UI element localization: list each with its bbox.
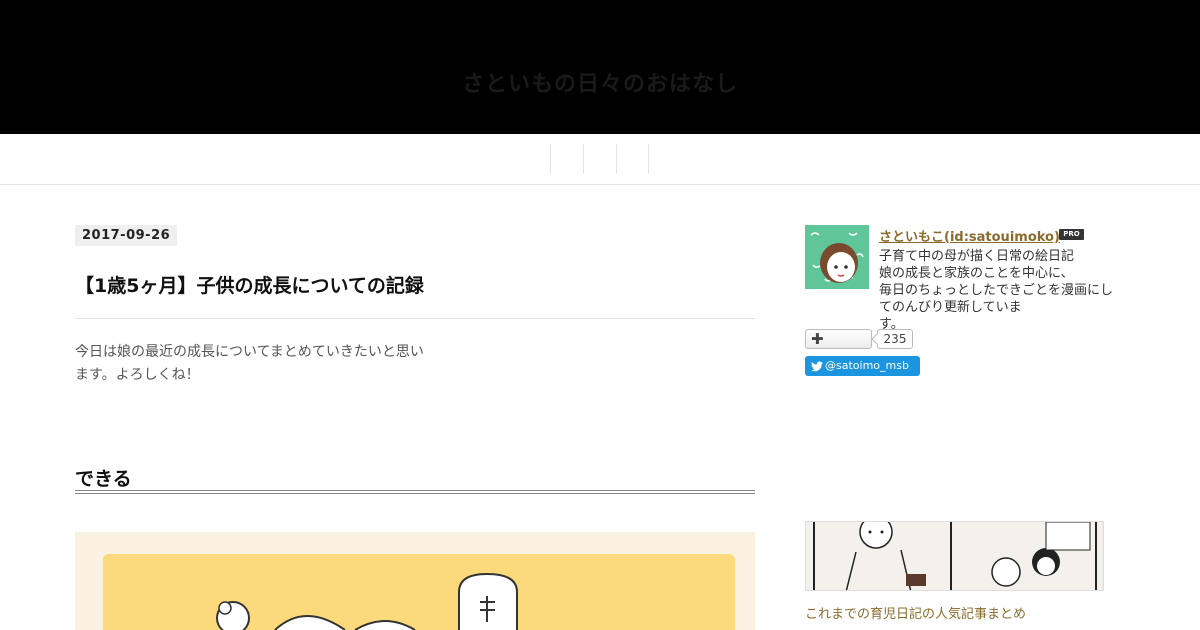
entry-date[interactable]: 2017-09-26 bbox=[75, 225, 178, 246]
nav-item[interactable] bbox=[616, 144, 649, 174]
author-description-line: 娘の成長と家族のことを中心に、 bbox=[879, 266, 1074, 281]
section-heading: できる bbox=[75, 468, 132, 490]
pro-badge: PRO bbox=[1059, 229, 1084, 240]
entry-body: 今日は娘の最近の成長についてまとめていきたいと思い ます。よろしくね！ bbox=[75, 341, 755, 387]
site-title[interactable]: さといもの日々のおはなし bbox=[0, 66, 1200, 98]
twitter-handle: @satoimo_msb bbox=[825, 359, 909, 372]
subscribe-button[interactable]: ✚ bbox=[805, 329, 872, 349]
subscriber-count: 235 bbox=[877, 329, 913, 349]
related-entry-thumbnail[interactable] bbox=[805, 521, 1104, 591]
title-divider bbox=[75, 318, 755, 319]
entry-body-line: 今日は娘の最近の成長についてまとめていきたいと思い bbox=[75, 344, 424, 360]
comic-image bbox=[75, 532, 755, 630]
author-description-line: 毎日のちょっとしたできごとを漫画にしてのんびり更新していま bbox=[879, 283, 1114, 315]
entry-body-line: ます。よろしくね！ bbox=[75, 367, 200, 383]
author-name-link[interactable]: さといもこ(id:satouimoko) bbox=[879, 226, 1060, 245]
author-avatar[interactable] bbox=[805, 225, 869, 289]
nav-item[interactable] bbox=[550, 144, 583, 174]
entry-title[interactable]: 【1歳5ヶ月】子供の成長についての記録 bbox=[75, 271, 755, 298]
author-description-line: す。 bbox=[879, 317, 904, 332]
heading-divider bbox=[75, 490, 755, 494]
author-description: 子育て中の母が描く日常の絵日記 娘の成長と家族のことを中心に、 毎日のちょっとし… bbox=[879, 248, 1119, 333]
global-nav bbox=[0, 134, 1200, 185]
site-header: さといもの日々のおはなし bbox=[0, 0, 1200, 134]
related-entry-title[interactable]: これまでの育児日記の人気記事まとめ bbox=[805, 603, 1026, 622]
author-description-line: 子育て中の母が描く日常の絵日記 bbox=[879, 249, 1075, 264]
twitter-follow-button[interactable]: @satoimo_msb bbox=[805, 356, 920, 376]
twitter-bird-icon bbox=[811, 356, 825, 379]
nav-item[interactable] bbox=[583, 144, 616, 174]
plus-icon: ✚ bbox=[811, 330, 824, 348]
